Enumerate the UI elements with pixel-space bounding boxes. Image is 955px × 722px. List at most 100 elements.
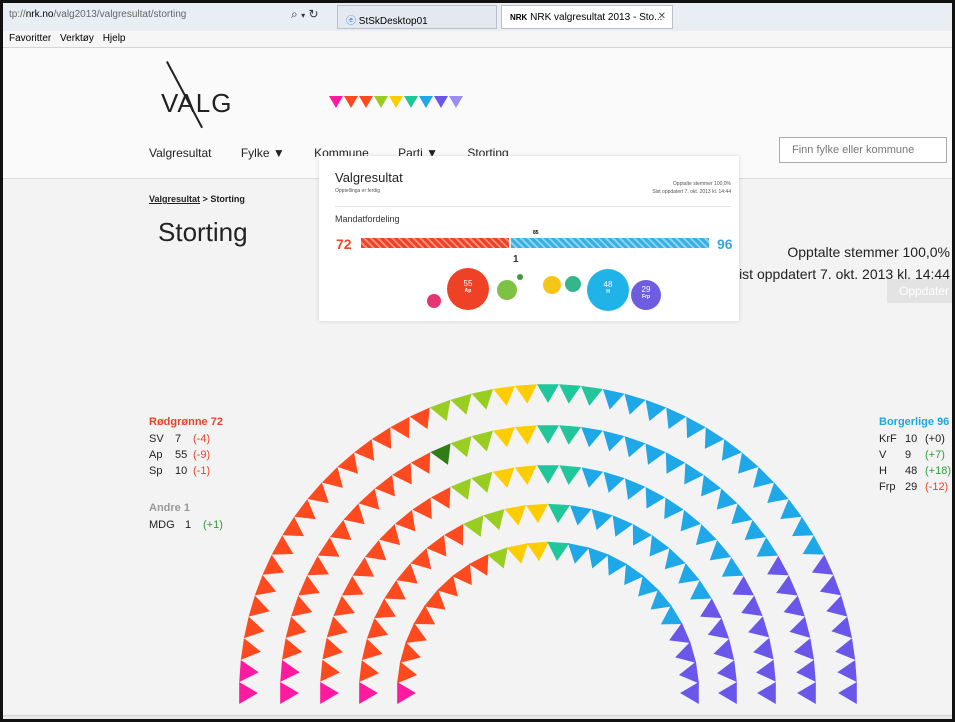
seat-marker[interactable] — [618, 436, 646, 461]
seat-marker[interactable] — [390, 416, 418, 444]
seat-marker[interactable] — [254, 574, 280, 602]
seat-marker[interactable] — [361, 638, 385, 665]
seat-marker[interactable] — [558, 465, 582, 486]
seat-marker[interactable] — [713, 439, 742, 467]
seat-marker[interactable] — [762, 555, 789, 584]
seat-marker[interactable] — [359, 660, 380, 684]
seat-marker[interactable] — [397, 661, 419, 686]
seat-marker[interactable] — [352, 557, 380, 586]
seat-marker[interactable] — [537, 384, 559, 403]
seat-marker[interactable] — [410, 548, 439, 577]
seat-marker[interactable] — [558, 384, 582, 404]
seat-marker[interactable] — [738, 519, 767, 549]
seat-marker[interactable] — [483, 509, 509, 533]
seat-marker[interactable] — [364, 540, 393, 569]
seat-marker[interactable] — [430, 443, 458, 469]
seat-marker[interactable] — [684, 580, 712, 609]
seat-marker[interactable] — [696, 427, 725, 455]
seat-marker[interactable] — [567, 505, 592, 527]
seat-marker[interactable] — [724, 503, 753, 533]
seat-marker[interactable] — [504, 505, 529, 527]
bubble-sp[interactable] — [497, 280, 517, 300]
seat-marker[interactable] — [397, 682, 416, 704]
seat-marker[interactable] — [409, 407, 438, 434]
seat-marker[interactable] — [396, 563, 424, 592]
seat-marker[interactable] — [366, 618, 392, 645]
seat-marker[interactable] — [379, 524, 408, 553]
seat-marker[interactable] — [243, 616, 267, 642]
seat-marker[interactable] — [688, 524, 717, 553]
seat-marker[interactable] — [786, 516, 814, 546]
seat-marker[interactable] — [298, 575, 324, 603]
seat-marker[interactable] — [317, 537, 346, 566]
seat-marker[interactable] — [450, 478, 478, 504]
seat-marker[interactable] — [280, 682, 299, 704]
seat-marker[interactable] — [240, 638, 263, 662]
seat-marker[interactable] — [248, 595, 273, 621]
seat-marker[interactable] — [797, 535, 825, 563]
seat-marker[interactable] — [637, 486, 666, 514]
seat-marker[interactable] — [463, 515, 491, 541]
seat-marker[interactable] — [618, 478, 646, 504]
seat-marker[interactable] — [399, 641, 424, 668]
seat-marker[interactable] — [320, 659, 341, 684]
seat-marker[interactable] — [672, 509, 701, 538]
bubble-ap[interactable]: 55 Ap — [447, 268, 489, 310]
seat-marker[interactable] — [772, 575, 798, 603]
seat-marker[interactable] — [514, 465, 539, 486]
seat-marker[interactable] — [672, 641, 697, 668]
seat-marker[interactable] — [716, 557, 744, 586]
seat-marker[interactable] — [392, 462, 421, 491]
seat-marker[interactable] — [444, 523, 472, 551]
seat-marker[interactable] — [755, 659, 776, 684]
seat-marker[interactable] — [471, 430, 498, 455]
bubble-h[interactable]: 48 H — [587, 269, 629, 311]
seat-marker[interactable] — [737, 595, 763, 623]
seat-marker[interactable] — [341, 575, 369, 604]
seat-marker[interactable] — [359, 682, 378, 704]
seat-marker[interactable] — [291, 595, 316, 623]
seat-marker[interactable] — [745, 616, 770, 642]
seat-marker[interactable] — [787, 616, 811, 643]
seat-marker[interactable] — [599, 388, 625, 412]
seat-marker[interactable] — [641, 534, 670, 563]
seat-marker[interactable] — [322, 637, 345, 663]
seat-marker[interactable] — [605, 515, 633, 541]
seat-marker[interactable] — [333, 595, 359, 623]
seat-marker[interactable] — [638, 443, 666, 469]
seat-marker[interactable] — [716, 660, 737, 684]
seat-marker[interactable] — [429, 399, 457, 425]
seat-marker[interactable] — [797, 682, 816, 704]
seat-marker[interactable] — [329, 519, 358, 549]
seat-marker[interactable] — [285, 616, 310, 643]
seat-marker[interactable] — [675, 462, 704, 491]
seat-marker[interactable] — [320, 682, 339, 704]
seat-marker[interactable] — [727, 575, 755, 604]
seat-marker[interactable] — [426, 534, 455, 563]
seat-marker[interactable] — [837, 659, 857, 683]
seat-marker[interactable] — [730, 452, 759, 481]
bubble-sv[interactable] — [427, 294, 441, 308]
seat-marker[interactable] — [745, 466, 775, 496]
seat-marker[interactable] — [671, 563, 700, 592]
seat-marker[interactable] — [282, 638, 304, 663]
seat-marker[interactable] — [546, 541, 570, 562]
seat-marker[interactable] — [374, 598, 401, 626]
seat-marker[interactable] — [760, 482, 789, 511]
seat-marker[interactable] — [757, 682, 776, 704]
seat-marker[interactable] — [711, 638, 735, 665]
seat-marker[interactable] — [751, 637, 774, 663]
seat-marker[interactable] — [619, 393, 646, 418]
seat-marker[interactable] — [658, 407, 687, 434]
bubble-v[interactable] — [565, 276, 581, 292]
seat-marker[interactable] — [677, 661, 699, 686]
bubble-frp[interactable]: 29 Frp — [631, 280, 661, 310]
seat-marker[interactable] — [537, 425, 559, 444]
seat-marker[interactable] — [807, 554, 834, 583]
seat-marker[interactable] — [526, 541, 550, 562]
seat-marker[interactable] — [384, 580, 412, 609]
seat-marker[interactable] — [371, 427, 401, 455]
seat-marker[interactable] — [294, 499, 322, 528]
seat-marker[interactable] — [718, 682, 737, 704]
seat-marker[interactable] — [750, 537, 779, 566]
